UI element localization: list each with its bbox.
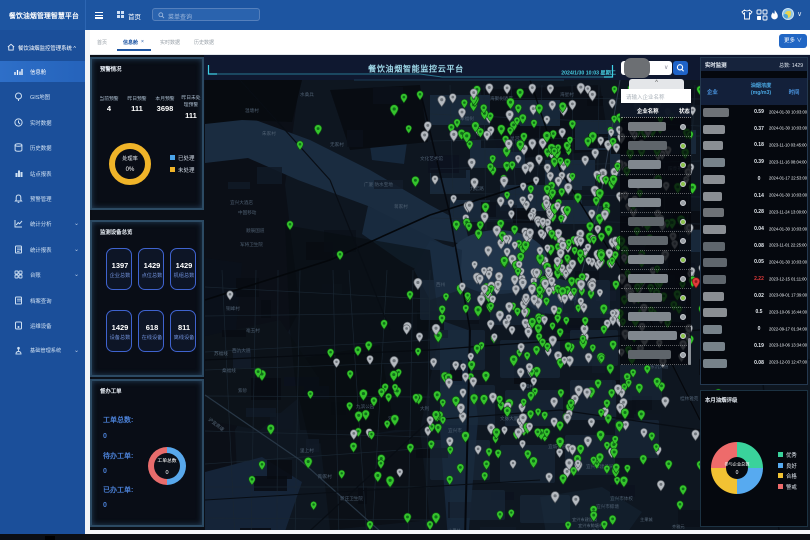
svg-text:海星村: 海星村 xyxy=(560,91,574,98)
svg-text:广厦 防水宝地: 广厦 防水宝地 xyxy=(364,181,393,188)
svg-text:大利: 大利 xyxy=(420,405,430,412)
svg-text:餐饮油烟智能监控云平台: 餐饮油烟智能监控云平台 xyxy=(367,64,464,74)
svg-text:桑福线: 桑福线 xyxy=(222,367,236,374)
svg-text:朱家村: 朱家村 xyxy=(262,130,276,137)
svg-text:宜兴市鲸塘: 宜兴市鲸塘 xyxy=(596,503,619,510)
svg-text:西氿大道: 西氿大道 xyxy=(232,347,251,354)
svg-text:温塘村: 温塘村 xyxy=(245,107,259,114)
svg-text:主果城: 主果城 xyxy=(640,516,653,523)
svg-text:紫砂: 紫砂 xyxy=(238,387,248,394)
svg-text:文脉大厦: 文脉大厦 xyxy=(500,415,519,422)
svg-text:蒋家村: 蒋家村 xyxy=(394,203,408,210)
svg-text:无家村: 无家村 xyxy=(330,141,344,148)
svg-text:里上村: 里上村 xyxy=(300,447,314,453)
svg-text:苏福线: 苏福线 xyxy=(214,350,228,357)
svg-text:中国移动: 中国移动 xyxy=(238,209,257,216)
svg-text:文化艺术馆: 文化艺术馆 xyxy=(420,155,443,162)
svg-text:亳玉村: 亳玉村 xyxy=(246,327,260,334)
svg-text:军将卫生院: 军将卫生院 xyxy=(240,241,263,248)
svg-text:宜兴市: 宜兴市 xyxy=(448,427,462,434)
svg-text:宜兴市体校: 宜兴市体校 xyxy=(610,495,633,502)
svg-text:新庄卫生院: 新庄卫生院 xyxy=(340,495,363,502)
svg-text:顺辰国道: 顺辰国道 xyxy=(246,227,265,234)
svg-text:2024/1/30 10:03 星期二: 2024/1/30 10:03 星期二 xyxy=(561,69,616,77)
svg-text:陶家村: 陶家村 xyxy=(318,473,332,480)
svg-text:桂林雅苑: 桂林雅苑 xyxy=(680,395,699,402)
svg-text:宜兴大酒店: 宜兴大酒店 xyxy=(230,199,253,206)
svg-text:水桑兵: 水桑兵 xyxy=(300,91,314,98)
svg-text:铜峰村: 铜峰村 xyxy=(226,305,240,312)
